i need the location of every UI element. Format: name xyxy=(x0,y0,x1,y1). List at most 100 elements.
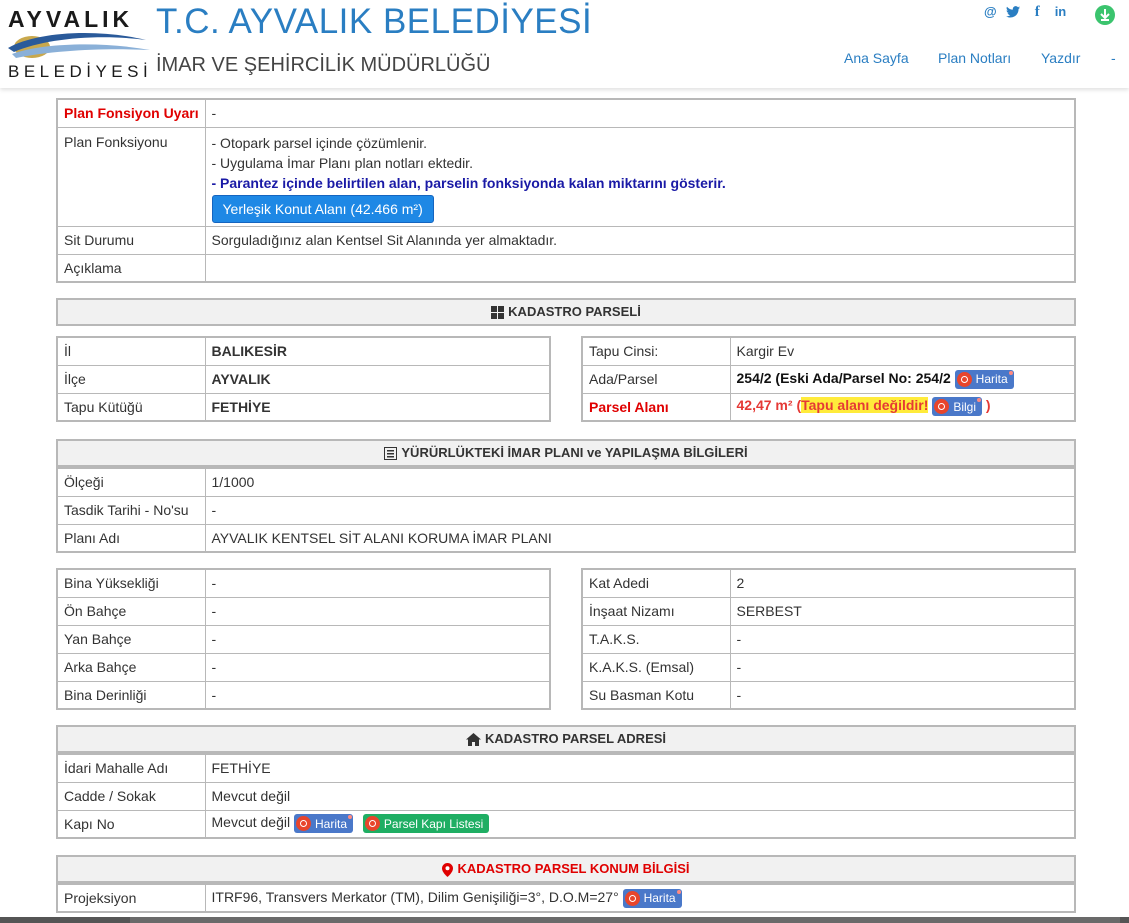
ayvalik-logo[interactable]: AYVALIK BELEDİYESİ xyxy=(6,4,152,84)
scrollbar-thumb[interactable] xyxy=(130,917,1120,923)
imar-table: Ölçeği 1/1000 Tasdik Tarihi - No'su - Pl… xyxy=(56,467,1076,553)
konum-heading-text: KADASTRO PARSEL KONUM BİLGİSİ xyxy=(457,861,690,876)
linkedin-icon[interactable]: in xyxy=(1055,5,1067,19)
konum-table: Projeksiyon ITRF96, Transvers Merkator (… xyxy=(56,883,1076,913)
ilce-value: AYVALIK xyxy=(204,364,551,394)
adres-heading-text: KADASTRO PARSEL ADRESİ xyxy=(484,731,667,746)
yapilasma-label: Ön Bahçe xyxy=(56,596,206,626)
home-icon xyxy=(465,733,481,747)
mahalle-label: İdari Mahalle Adı xyxy=(56,753,206,783)
nav-more[interactable]: - xyxy=(1111,50,1116,66)
aciklama-label: Açıklama xyxy=(56,253,206,283)
sit-durumu-value: Sorguladığınız alan Kentsel Sit Alanında… xyxy=(204,225,1076,255)
plan-table: Plan Fonsiyon Uyarı - Plan Fonksiyonu - … xyxy=(56,98,1076,283)
harita-label: Harita xyxy=(314,816,347,831)
yapilasma-value: - xyxy=(729,680,1076,710)
plan-adi-value: AYVALIK KENTSEL SİT ALANI KORUMA İMAR PL… xyxy=(204,523,1076,553)
globe-icon xyxy=(956,371,972,387)
plan-note: - Otopark parsel içinde çözümlenir. xyxy=(211,134,428,151)
yapilasma-right-table: Kat Adedi 2 İnşaat Nizamı SERBEST T.A.K.S.… xyxy=(581,568,1076,710)
plan-fonksiyon-cell: - Otopark parsel içinde çözümlenir. - Uy… xyxy=(204,126,1076,227)
yerlesik-konut-button[interactable]: Yerleşik Konut Alanı (42.466 m²) xyxy=(211,194,434,223)
ilce-label: İlçe xyxy=(56,364,206,394)
projeksiyon-label: Projeksiyon xyxy=(56,883,206,913)
kapi-cell: Mevcut değil Harita Parsel Kapı Listesi xyxy=(204,809,1076,839)
yapilasma-value: - xyxy=(204,624,551,654)
grid-icon xyxy=(491,306,505,320)
yapilasma-label: Su Basman Kotu xyxy=(581,680,731,710)
tapu-kutugu-value: FETHİYE xyxy=(204,392,551,422)
mahalle-value: FETHİYE xyxy=(204,753,1076,783)
parsel-alani-cell: 42,47 m² (Tapu alanı değildir! Bilgi ) xyxy=(729,392,1076,422)
plus-icon xyxy=(364,816,380,832)
kadastro-heading: KADASTRO PARSELİ xyxy=(56,298,1076,326)
logo-top-text: AYVALIK xyxy=(8,6,134,32)
parsel-kapi-listesi-button[interactable]: Parsel Kapı Listesi xyxy=(362,814,490,834)
twitter-icon[interactable] xyxy=(1005,6,1020,18)
plan-note: - Uygulama İmar Planı plan notları ekted… xyxy=(211,154,473,171)
nav-yazdir[interactable]: Yazdır xyxy=(1041,50,1080,66)
yapilasma-left-table: Bina Yüksekliği - Ön Bahçe - Yan Bahçe - Ar… xyxy=(56,568,551,710)
projeksiyon-value: ITRF96, Transvers Merkator (TM), Dilim G… xyxy=(211,888,619,905)
il-value: BALIKESİR xyxy=(204,336,551,366)
kapi-harita-button[interactable]: Harita xyxy=(293,814,353,834)
kadastro-heading-text: KADASTRO PARSELİ xyxy=(508,304,641,319)
imar-heading-text: YÜRÜRLÜKTEKİ İMAR PLANI ve YAPILAŞMA BİL… xyxy=(401,445,748,460)
yapilasma-label: K.A.K.S. (Emsal) xyxy=(581,652,731,682)
yapilasma-value: - xyxy=(204,680,551,710)
nav-ana-sayfa[interactable]: Ana Sayfa xyxy=(844,50,909,66)
yapilasma-label: Bina Yüksekliği xyxy=(56,568,206,598)
harita-label: Harita xyxy=(975,372,1008,386)
kadastro-left-table: İl BALIKESİR İlçe AYVALIK Tapu Kütüğü FE… xyxy=(56,336,551,422)
kapi-value: Mevcut değil xyxy=(211,814,291,831)
ada-parsel-cell: 254/2 (Eski Ada/Parsel No: 254/2 Harita xyxy=(729,364,1076,394)
plan-fonksiyon-label: Plan Fonksiyonu xyxy=(56,126,206,227)
parsel-alani-value: 42,47 m² xyxy=(736,397,793,414)
tapu-warning: Tapu alanı değildir! xyxy=(801,397,929,414)
yapilasma-label: Kat Adedi xyxy=(581,568,731,598)
kapi-label: Kapı No xyxy=(56,809,206,839)
ada-harita-button[interactable]: Harita xyxy=(954,369,1014,389)
yapilasma-value: - xyxy=(729,652,1076,682)
info-icon xyxy=(934,399,950,415)
globe-icon xyxy=(624,890,640,906)
facebook-icon[interactable]: f xyxy=(1035,5,1040,20)
logo-swoosh-icon xyxy=(8,33,150,58)
yapilasma-value: - xyxy=(729,624,1076,654)
yapilasma-value: - xyxy=(204,596,551,626)
imar-heading: YÜRÜRLÜKTEKİ İMAR PLANI ve YAPILAŞMA BİL… xyxy=(56,439,1076,467)
list-icon xyxy=(384,447,398,461)
il-label: İl xyxy=(56,336,206,366)
parsel-alani-label: Parsel Alanı xyxy=(581,392,731,422)
email-icon[interactable]: @ xyxy=(984,5,997,19)
kadastro-right-table: Tapu Cinsi: Kargir Ev Ada/Parsel 254/2 (… xyxy=(581,336,1076,422)
adres-heading: KADASTRO PARSEL ADRESİ xyxy=(56,725,1076,753)
cadde-label: Cadde / Sokak xyxy=(56,781,206,811)
konum-harita-button[interactable]: Harita xyxy=(622,888,682,908)
map-marker-icon xyxy=(442,862,454,877)
konum-heading: KADASTRO PARSEL KONUM BİLGİSİ xyxy=(56,855,1076,883)
aciklama-value xyxy=(204,253,1076,283)
projeksiyon-cell: ITRF96, Transvers Merkator (TM), Dilim G… xyxy=(204,883,1076,913)
social-links: @ f in xyxy=(984,5,1067,20)
plan-note-highlight: - Parantez içinde belirtilen alan, parse… xyxy=(211,174,726,191)
download-icon xyxy=(1100,9,1110,21)
yapilasma-value: 2 xyxy=(729,568,1076,598)
cadde-value: Mevcut değil xyxy=(204,781,1076,811)
yapilasma-label: Bina Derinliği xyxy=(56,680,206,710)
horizontal-scrollbar[interactable] xyxy=(0,917,1129,923)
tapu-cinsi-label: Tapu Cinsi: xyxy=(581,336,731,366)
yapilasma-value: SERBEST xyxy=(729,596,1076,626)
tapu-kutugu-label: Tapu Kütüğü xyxy=(56,392,206,422)
tasdik-label: Tasdik Tarihi - No'su xyxy=(56,495,206,525)
olcek-label: Ölçeği xyxy=(56,467,206,497)
kapi-listesi-label: Parsel Kapı Listesi xyxy=(383,816,484,831)
download-button[interactable] xyxy=(1095,5,1115,25)
site-header: AYVALIK BELEDİYESİ T.C. AYVALIK BELEDİYE… xyxy=(0,0,1129,88)
yapilasma-label: Yan Bahçe xyxy=(56,624,206,654)
nav-plan-notlari[interactable]: Plan Notları xyxy=(938,50,1011,66)
bilgi-label: Bilgi xyxy=(953,399,976,414)
harita-label: Harita xyxy=(643,891,676,905)
bilgi-button[interactable]: Bilgi xyxy=(932,397,982,417)
ada-parsel-label: Ada/Parsel xyxy=(581,364,731,394)
